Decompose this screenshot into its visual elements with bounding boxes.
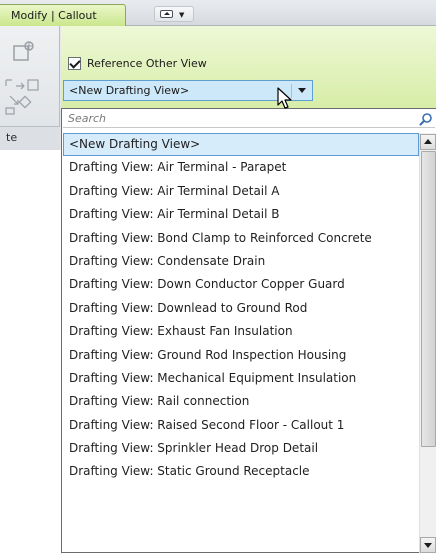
mouse-pointer-icon	[277, 87, 292, 109]
scroll-down-button[interactable]	[420, 537, 436, 553]
scroll-up-button[interactable]	[420, 134, 436, 150]
tab-modify-callout[interactable]: Modify | Callout	[0, 4, 126, 27]
window-menu-icon	[160, 10, 173, 18]
chevron-down-icon: ▼	[179, 11, 185, 19]
list-item[interactable]: Drafting View: Condensate Drain	[63, 250, 419, 273]
list-item[interactable]: Drafting View: Exhaust Fan Insulation	[63, 320, 419, 343]
dropdown-search-box	[63, 110, 435, 128]
list-item[interactable]: Drafting View: Ground Rod Inspection Hou…	[63, 344, 419, 367]
combobox-value: <New Drafting View>	[69, 84, 190, 97]
reference-other-view-label: Reference Other View	[87, 56, 207, 70]
window-menu-button[interactable]: ▼	[154, 6, 194, 22]
dropdown-scrollbar[interactable]	[419, 133, 436, 553]
callout-icon[interactable]	[12, 40, 36, 64]
panel-label: te	[0, 126, 60, 150]
reference-other-view-checkbox[interactable]	[68, 56, 81, 70]
list-item[interactable]: Drafting View: Air Terminal Detail A	[63, 180, 419, 203]
chevron-down-icon[interactable]	[298, 88, 306, 93]
list-item[interactable]: Drafting View: Down Conductor Copper Gua…	[63, 273, 419, 296]
ribbon-tab-bar: Modify | Callout ▼	[0, 0, 436, 27]
search-icon[interactable]	[419, 112, 433, 126]
list-item-selected[interactable]: <New Drafting View>	[63, 133, 419, 157]
list-item[interactable]: Drafting View: Sprinkler Head Drop Detai…	[63, 437, 419, 460]
view-list: <New Drafting View> Drafting View: Air Te…	[63, 133, 419, 553]
sheet-placement-icon[interactable]	[4, 76, 46, 116]
list-item[interactable]: Drafting View: Air Terminal - Parapet	[63, 156, 419, 179]
list-item[interactable]: Drafting View: Static Ground Receptacle	[63, 460, 419, 483]
list-item[interactable]: Drafting View: Rail connection	[63, 390, 419, 413]
reference-view-dropdown: <New Drafting View>Drafting View: Air Te…	[61, 108, 436, 553]
reference-view-combobox[interactable]: <New Drafting View>	[63, 80, 313, 101]
scrollbar-thumb[interactable]	[421, 151, 436, 447]
list-item[interactable]: Drafting View: Mechanical Equipment Insu…	[63, 367, 419, 390]
list-item[interactable]: Drafting View: Downlead to Ground Rod	[63, 297, 419, 320]
list-item[interactable]: Drafting View: Raised Second Floor - Cal…	[63, 414, 419, 437]
list-item[interactable]: Drafting View: Air Terminal Detail B	[63, 203, 419, 226]
ribbon-panel-left: te	[0, 26, 60, 150]
reference-other-view-row[interactable]: Reference Other View	[68, 55, 207, 71]
search-input[interactable]	[68, 110, 408, 127]
list-item[interactable]: Drafting View: Bond Clamp to Reinforced …	[63, 227, 419, 250]
